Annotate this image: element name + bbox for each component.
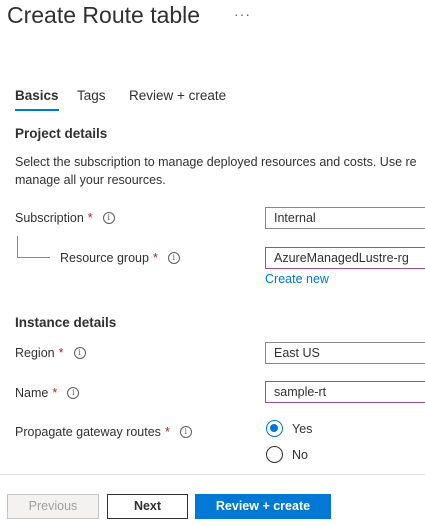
page-title: Create Route table <box>7 2 201 28</box>
resource-group-label-text: Resource group <box>60 251 149 265</box>
info-icon[interactable]: i <box>102 212 115 224</box>
radio-yes-label: Yes <box>292 421 313 436</box>
region-label-text: Region <box>15 346 55 360</box>
active-tab-indicator <box>15 109 59 111</box>
region-select[interactable]: East US <box>265 342 425 364</box>
info-icon[interactable]: i <box>67 387 80 399</box>
resource-group-select[interactable]: AzureManagedLustre-rg <box>265 247 425 269</box>
region-label: Region * i <box>15 346 86 360</box>
previous-button[interactable]: Previous <box>7 494 99 519</box>
footer-divider <box>0 474 425 475</box>
name-input[interactable]: sample-rt <box>265 381 425 403</box>
tab-tags[interactable]: Tags <box>77 88 106 103</box>
info-icon[interactable]: i <box>167 252 180 264</box>
required-marker: * <box>87 211 93 225</box>
name-label-text: Name <box>15 386 49 400</box>
tab-basics-label: Basics <box>15 88 59 103</box>
description-line-2: manage all your resources. <box>15 173 166 187</box>
radio-button-unchecked[interactable] <box>266 446 283 463</box>
subscription-label: Subscription * i <box>15 211 115 225</box>
tree-connector-vertical <box>17 236 18 258</box>
review-create-button[interactable]: Review + create <box>195 494 331 519</box>
required-marker: * <box>58 346 64 360</box>
tab-tags-label: Tags <box>77 88 106 103</box>
project-details-heading: Project details <box>15 126 108 141</box>
radio-option-yes[interactable]: Yes <box>266 420 312 437</box>
info-icon[interactable]: i <box>73 347 86 359</box>
info-icon[interactable]: i <box>179 426 192 438</box>
more-options-icon[interactable]: ··· <box>234 6 251 22</box>
required-marker: * <box>152 251 158 265</box>
create-new-link[interactable]: Create new <box>265 272 329 286</box>
radio-option-no[interactable]: No <box>266 446 308 463</box>
tree-connector-horizontal <box>17 257 50 258</box>
subscription-label-text: Subscription <box>15 211 84 225</box>
project-details-description: Select the subscription to manage deploy… <box>15 153 425 189</box>
resource-group-label: Resource group * i <box>60 251 180 265</box>
propagate-label-text: Propagate gateway routes <box>15 425 161 439</box>
tab-review-create[interactable]: Review + create <box>129 88 226 103</box>
tab-review-create-label: Review + create <box>129 88 227 103</box>
radio-button-checked[interactable] <box>266 420 283 437</box>
required-marker: * <box>52 386 58 400</box>
subscription-select[interactable]: Internal <box>265 207 425 229</box>
description-line-1: Select the subscription to manage deploy… <box>15 155 417 169</box>
instance-details-heading: Instance details <box>15 315 117 330</box>
next-button[interactable]: Next <box>107 494 188 519</box>
radio-no-label: No <box>292 447 308 462</box>
name-label: Name * i <box>15 386 80 400</box>
tab-basics[interactable]: Basics <box>15 88 59 111</box>
propagate-gateway-routes-label: Propagate gateway routes * i <box>15 425 192 439</box>
required-marker: * <box>164 425 170 439</box>
